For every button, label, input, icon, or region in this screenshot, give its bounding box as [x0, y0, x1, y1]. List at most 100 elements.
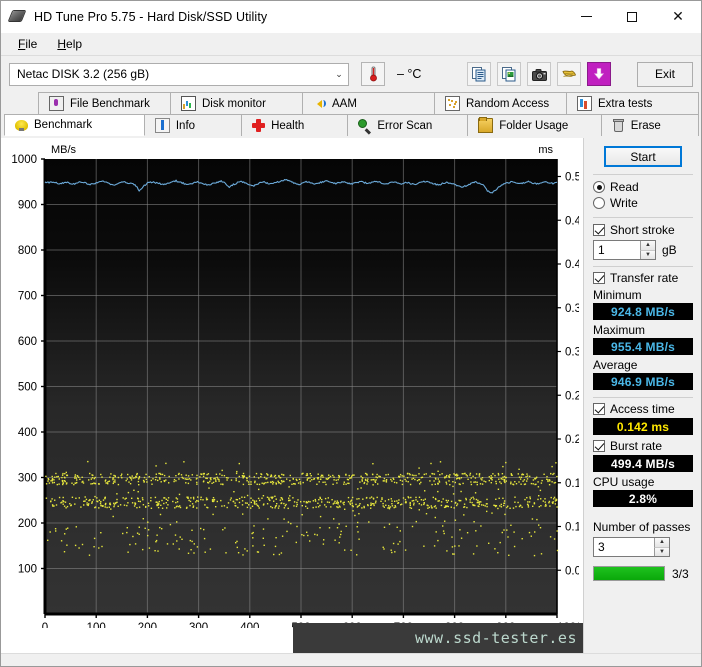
radio-read-icon [593, 181, 605, 193]
tab-file-benchmark[interactable]: File Benchmark [38, 92, 171, 114]
benchmark-chart: MB/sms10020030040050060070080090010000.0… [1, 138, 583, 653]
aam-icon [313, 97, 326, 110]
short-stroke-value: 1 [598, 243, 605, 257]
temperature-value: – °C [397, 67, 421, 81]
toolbar: Netac DISK 3.2 (256 gB) ⌄ – °C [1, 56, 701, 92]
checkbox-access-time[interactable]: Access time [593, 402, 693, 416]
svg-text:200: 200 [18, 518, 37, 530]
menu-item-file-label: ile [25, 37, 37, 51]
checkbox-burst-rate-label: Burst rate [610, 439, 662, 453]
svg-text:800: 800 [18, 245, 37, 257]
divider [593, 397, 693, 398]
divider [593, 217, 693, 218]
svg-text:0.10: 0.10 [565, 522, 579, 534]
stepper-up-icon[interactable]: ▲ [654, 538, 669, 548]
menu-item-help[interactable]: Help [48, 34, 91, 54]
tab-bar: File Benchmark Disk monitor AAM Random A… [1, 92, 701, 138]
tab-health[interactable]: Health [241, 114, 348, 136]
svg-text:500: 500 [18, 382, 37, 394]
svg-text:100: 100 [87, 622, 106, 628]
minimize-button[interactable] [563, 1, 609, 32]
stepper-down-icon[interactable]: ▼ [654, 548, 669, 557]
tab-row-lower: Benchmark Info Health Error Scan Folder … [4, 114, 698, 136]
svg-text:0.25: 0.25 [565, 390, 579, 402]
tab-erase[interactable]: Erase [601, 114, 699, 136]
svg-text:0.35: 0.35 [565, 303, 579, 315]
checkbox-short-stroke[interactable]: Short stroke [593, 223, 693, 237]
copy-image-icon[interactable] [497, 62, 521, 86]
tab-aam[interactable]: AAM [302, 92, 435, 114]
menu-item-file[interactable]: File [9, 34, 46, 54]
info-icon [155, 118, 170, 133]
maximum-value: 955.4 MB/s [593, 338, 693, 355]
watermark: www.ssd-tester.es [293, 623, 583, 653]
folder-usage-icon [478, 118, 493, 133]
tab-extra-tests[interactable]: Extra tests [566, 92, 699, 114]
tab-aam-label: AAM [332, 98, 357, 110]
checkbox-burst-rate[interactable]: Burst rate [593, 439, 693, 453]
maximum-label: Maximum [593, 323, 693, 337]
start-button[interactable]: Start [604, 146, 682, 167]
screenshot-icon[interactable] [527, 62, 551, 86]
svg-text:700: 700 [18, 291, 37, 303]
exit-button[interactable]: Exit [637, 62, 693, 87]
tab-error-scan[interactable]: Error Scan [347, 114, 468, 136]
close-icon: ✕ [672, 10, 684, 24]
window-title: HD Tune Pro 5.75 - Hard Disk/SSD Utility [34, 10, 267, 24]
svg-text:MB/s: MB/s [51, 144, 77, 156]
svg-text:0.20: 0.20 [565, 434, 579, 446]
svg-text:0.45: 0.45 [565, 215, 579, 227]
close-button[interactable]: ✕ [655, 1, 701, 32]
tab-benchmark[interactable]: Benchmark [4, 114, 145, 136]
maximize-button[interactable] [609, 1, 655, 32]
svg-text:400: 400 [240, 622, 259, 628]
temperature-group: – °C [361, 62, 421, 86]
minimum-label: Minimum [593, 288, 693, 302]
svg-text:0.50: 0.50 [565, 172, 579, 184]
checkbox-transfer-rate[interactable]: Transfer rate [593, 271, 693, 285]
tab-disk-monitor[interactable]: Disk monitor [170, 92, 303, 114]
access-time-value: 0.142 ms [593, 418, 693, 435]
hdtune-logo-icon [10, 8, 27, 25]
svg-text:600: 600 [18, 336, 37, 348]
health-icon [252, 119, 265, 132]
folder-icon[interactable] [557, 62, 581, 86]
passes-input[interactable]: 3 ▲ ▼ [593, 537, 670, 557]
tab-file-benchmark-label: File Benchmark [70, 98, 150, 110]
progress-row: 3/3 [593, 566, 693, 581]
tab-random-access[interactable]: Random Access [434, 92, 567, 114]
drive-select[interactable]: Netac DISK 3.2 (256 gB) ⌄ [9, 63, 349, 86]
tab-health-label: Health [271, 120, 304, 132]
progress-text: 3/3 [672, 567, 689, 581]
svg-text:ms: ms [538, 144, 553, 156]
thermometer-icon[interactable] [361, 62, 385, 86]
radio-write[interactable]: Write [593, 196, 693, 210]
download-icon[interactable] [587, 62, 611, 86]
tab-folder-usage[interactable]: Folder Usage [467, 114, 602, 136]
copy-text-icon[interactable] [467, 62, 491, 86]
stepper-down-icon[interactable]: ▼ [640, 251, 655, 260]
passes-value: 3 [598, 540, 605, 554]
random-access-icon [445, 96, 460, 111]
error-scan-icon [358, 119, 371, 132]
divider [593, 266, 693, 267]
tab-benchmark-label: Benchmark [34, 119, 92, 131]
tab-info[interactable]: Info [144, 114, 242, 136]
checkbox-burst-rate-icon [593, 440, 605, 452]
extra-tests-icon [577, 96, 592, 111]
checkbox-transfer-rate-icon [593, 272, 605, 284]
content-area: MB/sms10020030040050060070080090010000.0… [1, 138, 701, 653]
menu-item-help-label: elp [66, 37, 82, 51]
control-panel: Start Read Write Short stroke 1 ▲ [583, 138, 701, 653]
radio-read-label: Read [610, 180, 639, 194]
short-stroke-stepper[interactable]: ▲ ▼ [640, 241, 655, 259]
tab-row-upper: File Benchmark Disk monitor AAM Random A… [4, 92, 698, 114]
short-stroke-input[interactable]: 1 ▲ ▼ [593, 240, 656, 260]
benchmark-chart-svg: MB/sms10020030040050060070080090010000.0… [1, 138, 579, 628]
stepper-up-icon[interactable]: ▲ [640, 241, 655, 251]
svg-text:1000: 1000 [11, 154, 37, 166]
window-controls: ✕ [563, 1, 701, 32]
passes-stepper[interactable]: ▲ ▼ [654, 538, 669, 556]
tab-folder-usage-label: Folder Usage [499, 120, 568, 132]
radio-read[interactable]: Read [593, 180, 693, 194]
